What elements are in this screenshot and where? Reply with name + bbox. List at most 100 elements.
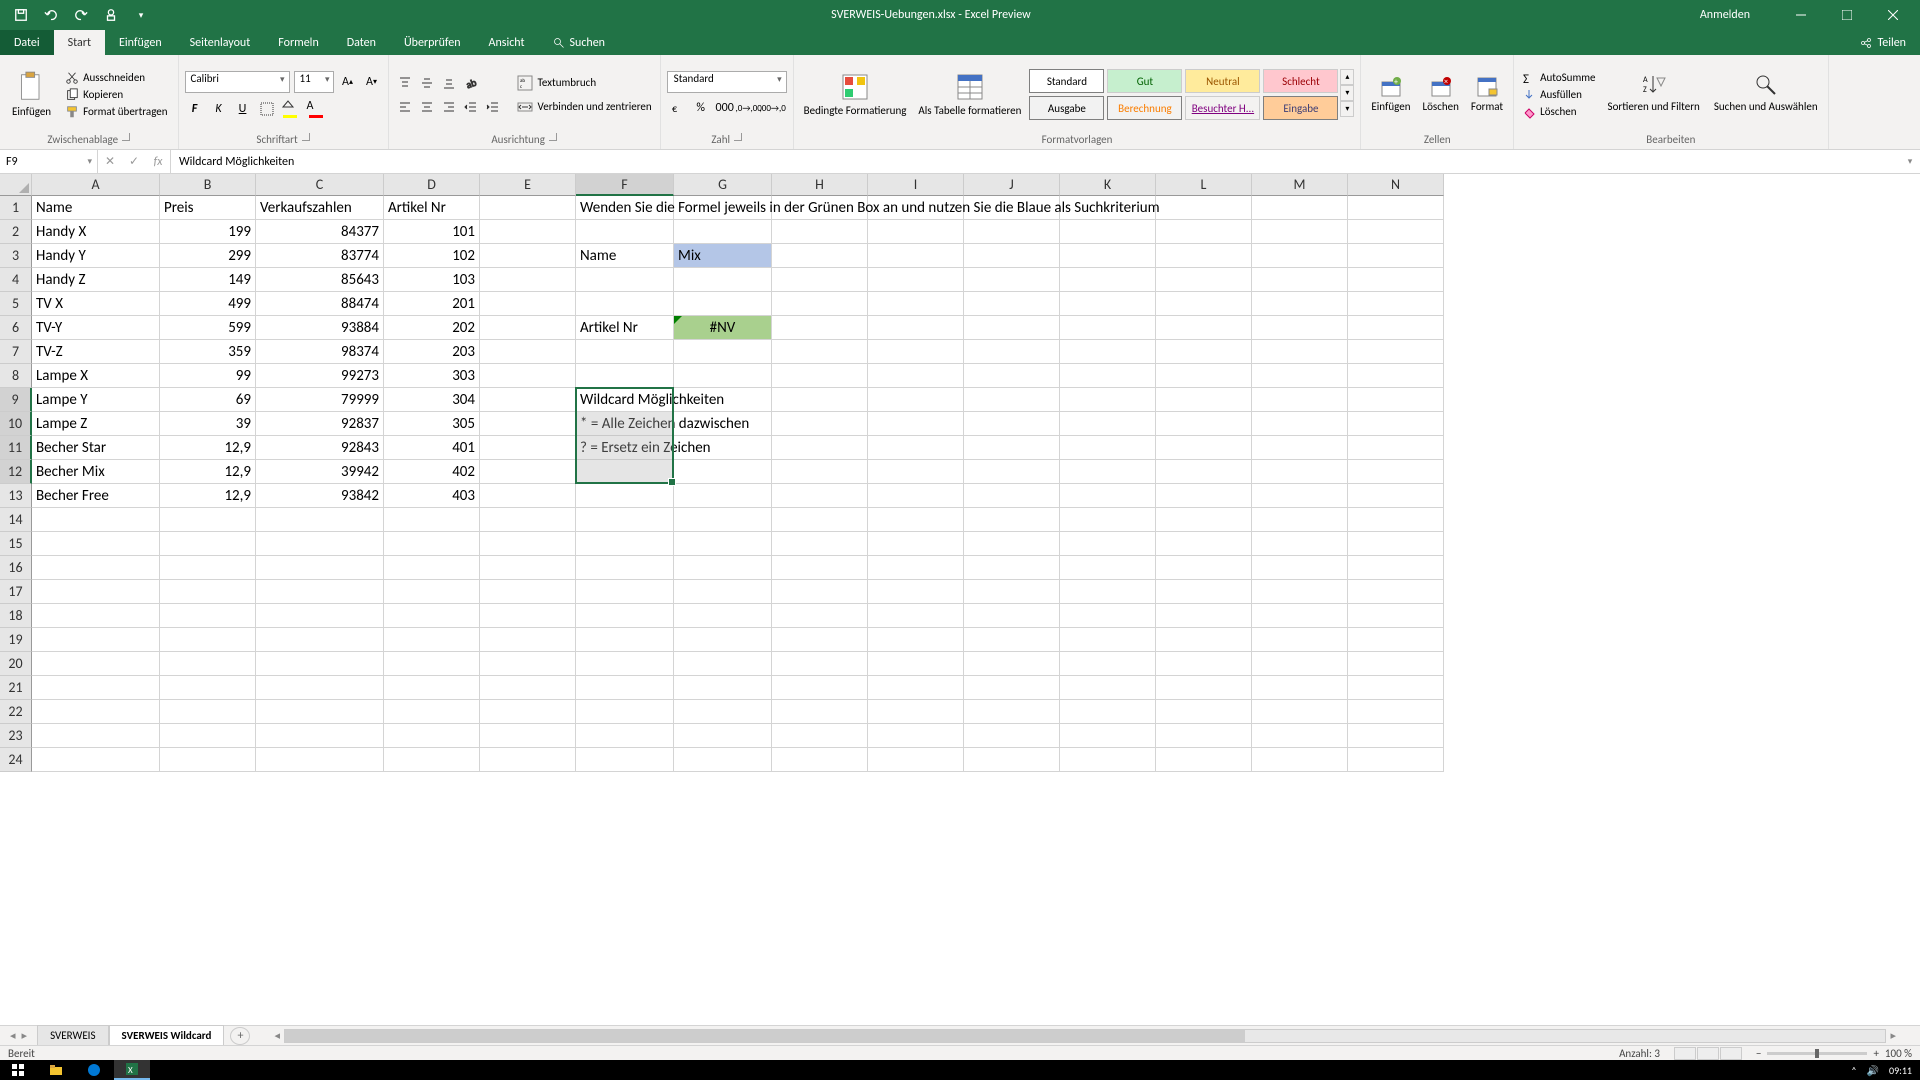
row-header-13[interactable]: 13: [0, 484, 32, 508]
tab-layout[interactable]: Seitenlayout: [176, 30, 265, 55]
cell[interactable]: [772, 628, 868, 652]
sign-in-link[interactable]: Anmelden: [1700, 8, 1750, 22]
cell[interactable]: [1348, 412, 1444, 436]
maximize-button[interactable]: [1824, 0, 1870, 30]
cell[interactable]: [576, 220, 674, 244]
cell[interactable]: [1348, 220, 1444, 244]
cell[interactable]: 359: [160, 340, 256, 364]
cell[interactable]: [1060, 748, 1156, 772]
cell[interactable]: [1060, 580, 1156, 604]
cell[interactable]: [1156, 556, 1252, 580]
cell[interactable]: [576, 700, 674, 724]
cell[interactable]: [480, 580, 576, 604]
cell[interactable]: [1156, 460, 1252, 484]
row-header-19[interactable]: 19: [0, 628, 32, 652]
cell[interactable]: [576, 484, 674, 508]
cell[interactable]: [1252, 676, 1348, 700]
cell[interactable]: [964, 292, 1060, 316]
cell[interactable]: [1252, 244, 1348, 268]
cell[interactable]: [1348, 292, 1444, 316]
cell[interactable]: [480, 340, 576, 364]
cell[interactable]: [1060, 316, 1156, 340]
cell[interactable]: [964, 508, 1060, 532]
cell[interactable]: [964, 700, 1060, 724]
cell[interactable]: TV X: [32, 292, 160, 316]
zoom-out-button[interactable]: −: [1756, 1047, 1761, 1060]
column-header-B[interactable]: B: [160, 174, 256, 196]
customize-qat-icon[interactable]: ▾: [132, 6, 150, 24]
cell[interactable]: [256, 604, 384, 628]
cell[interactable]: 203: [384, 340, 480, 364]
autosum-button[interactable]: ΣAutoSumme: [1520, 70, 1597, 86]
cell[interactable]: 92837: [256, 412, 384, 436]
cell[interactable]: [1348, 580, 1444, 604]
row-header-1[interactable]: 1: [0, 196, 32, 220]
cell[interactable]: [384, 604, 480, 628]
cell[interactable]: [674, 604, 772, 628]
cell[interactable]: [868, 364, 964, 388]
cell[interactable]: [1348, 196, 1444, 220]
sheet-nav-first[interactable]: ◂: [10, 1029, 16, 1042]
cell[interactable]: [576, 724, 674, 748]
cell[interactable]: Artikel Nr: [576, 316, 674, 340]
cell[interactable]: [1348, 628, 1444, 652]
font-name-select[interactable]: Calibri: [185, 71, 290, 93]
row-header-4[interactable]: 4: [0, 268, 32, 292]
cell[interactable]: 98374: [256, 340, 384, 364]
clear-button[interactable]: Löschen: [1520, 104, 1597, 120]
cell[interactable]: [1348, 604, 1444, 628]
touch-mode-icon[interactable]: [102, 6, 120, 24]
cell[interactable]: [674, 556, 772, 580]
cell[interactable]: [868, 244, 964, 268]
cell[interactable]: [1348, 460, 1444, 484]
formula-input[interactable]: Wildcard Möglichkeiten: [171, 150, 1900, 173]
style-standard[interactable]: Standard: [1029, 69, 1104, 93]
cell[interactable]: [1060, 556, 1156, 580]
cell[interactable]: [160, 532, 256, 556]
cell[interactable]: [868, 388, 964, 412]
cell[interactable]: [868, 436, 964, 460]
cell[interactable]: Wildcard Möglichkeiten: [576, 388, 674, 412]
insert-function-button[interactable]: fx: [146, 150, 170, 173]
cell[interactable]: [256, 508, 384, 532]
cell[interactable]: [1252, 412, 1348, 436]
cell[interactable]: [576, 748, 674, 772]
cell[interactable]: [1060, 604, 1156, 628]
formula-bar-expand[interactable]: ▾: [1900, 156, 1920, 167]
decrease-indent-button[interactable]: [461, 97, 481, 117]
cell[interactable]: [868, 604, 964, 628]
excel-taskbar[interactable]: X: [114, 1060, 150, 1080]
cell[interactable]: [1252, 340, 1348, 364]
cell[interactable]: [674, 484, 772, 508]
cell[interactable]: [1060, 532, 1156, 556]
cells-container[interactable]: NamePreisVerkaufszahlenArtikel NrWenden …: [32, 196, 1444, 772]
tab-share[interactable]: Teilen: [1846, 30, 1920, 55]
cell[interactable]: [964, 316, 1060, 340]
select-all-corner[interactable]: [0, 174, 32, 196]
column-header-H[interactable]: H: [772, 174, 868, 196]
cell[interactable]: 402: [384, 460, 480, 484]
cell[interactable]: 12,9: [160, 460, 256, 484]
cell[interactable]: [32, 724, 160, 748]
cell[interactable]: [480, 460, 576, 484]
cell[interactable]: [160, 508, 256, 532]
clipboard-dialog-launcher[interactable]: [122, 133, 130, 141]
cell[interactable]: [1156, 220, 1252, 244]
sort-filter-button[interactable]: AZSortieren und Filtern: [1604, 70, 1704, 120]
cell[interactable]: 199: [160, 220, 256, 244]
cell[interactable]: [576, 532, 674, 556]
decrease-decimal-button[interactable]: ,00→,0: [763, 98, 783, 118]
cell[interactable]: [1156, 532, 1252, 556]
wrap-text-button[interactable]: abcTextumbruch: [515, 73, 654, 93]
cell[interactable]: [964, 388, 1060, 412]
cell[interactable]: [256, 700, 384, 724]
cell[interactable]: [1348, 532, 1444, 556]
cell[interactable]: 499: [160, 292, 256, 316]
cell[interactable]: 85643: [256, 268, 384, 292]
cell[interactable]: [1348, 268, 1444, 292]
cell[interactable]: [772, 556, 868, 580]
cell[interactable]: [1252, 580, 1348, 604]
cell[interactable]: [964, 412, 1060, 436]
cell[interactable]: [32, 580, 160, 604]
align-top-button[interactable]: [395, 73, 415, 93]
